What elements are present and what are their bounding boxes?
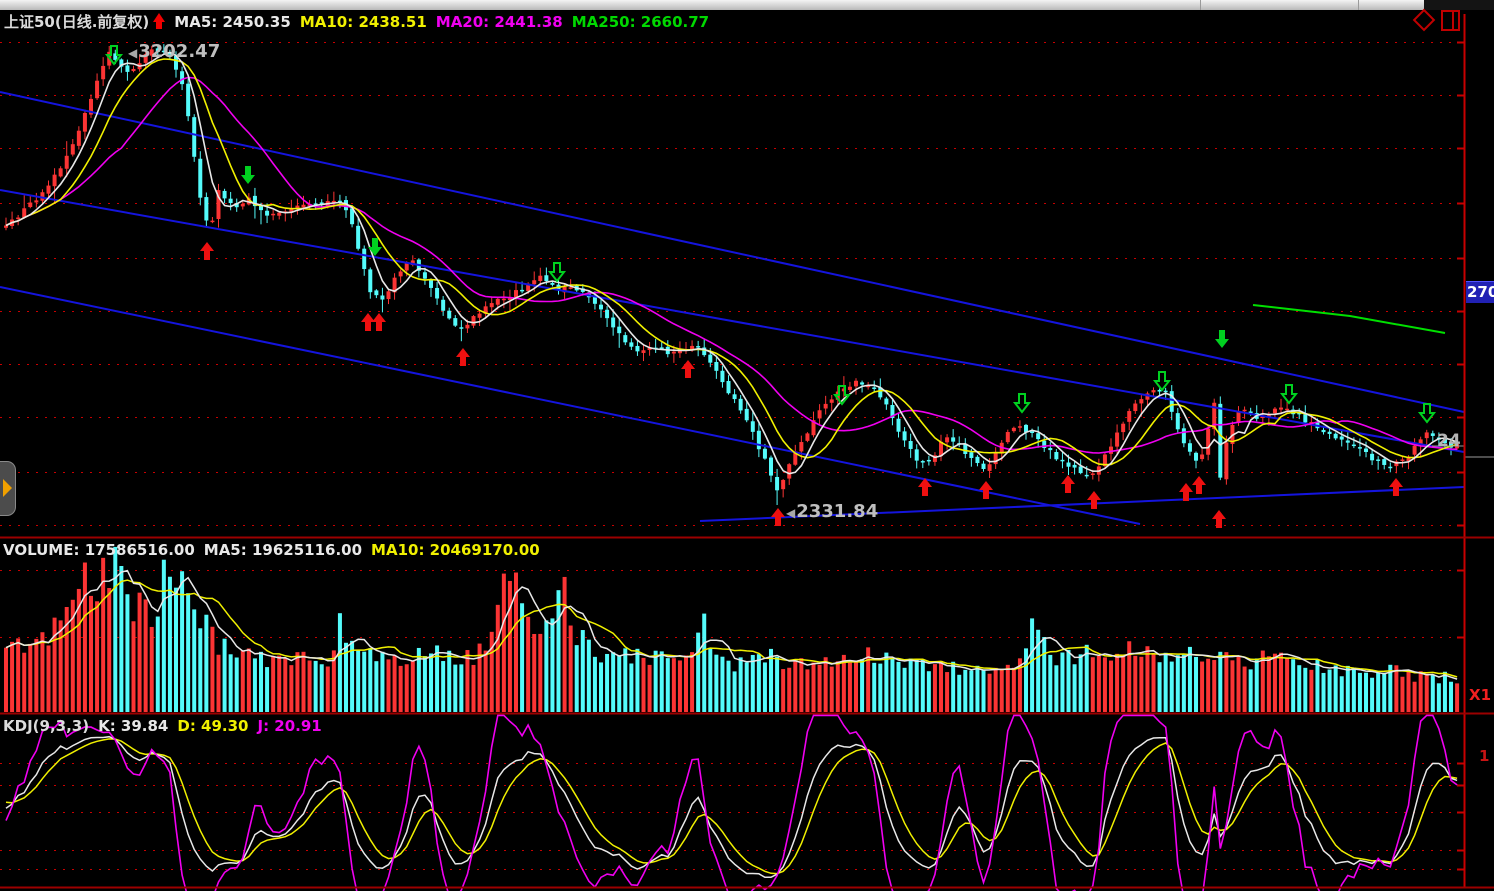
ma10-value: MA10: 2438.51 — [300, 13, 427, 31]
low-price-text: 2331.84 — [796, 501, 878, 522]
ma5-value: MA5: 2450.35 — [174, 13, 291, 31]
volume-ma10-value: MA10: 20469170.00 — [371, 541, 540, 559]
ma250-value: MA250: 2660.77 — [572, 13, 709, 31]
kdj-k-value: K: 39.84 — [98, 717, 168, 735]
kdj-d-value: D: 49.30 — [177, 717, 248, 735]
kdj-scale-label: 1 — [1479, 747, 1489, 765]
peak-price-label: ◀3202.47 — [128, 41, 220, 62]
chart-canvas[interactable] — [0, 0, 1494, 891]
symbol-title: 上证50(日线.前复权) — [4, 13, 149, 31]
trend-up-icon — [153, 13, 165, 29]
trading-app-window: 上证50(日线.前复权) MA5: 2450.35 MA10: 2438.51 MA2… — [0, 0, 1494, 891]
diamond-icon[interactable] — [1413, 9, 1436, 32]
volume-ma5-value: MA5: 19625116.00 — [204, 541, 362, 559]
kdj-j-value: J: 20.91 — [258, 717, 322, 735]
kdj-panel-header: KDJ(9,3,3) K: 39.84 D: 49.30 J: 20.91 — [3, 717, 331, 735]
price-tag-icon: ◀ — [786, 506, 795, 520]
ma20-value: MA20: 2441.38 — [436, 13, 563, 31]
expand-arrow-icon — [3, 479, 12, 497]
low-price-label: ◀2331.84 — [786, 501, 878, 522]
last-price-label: 24 — [1437, 431, 1464, 451]
volume-panel-header: VOLUME: 17586516.00 MA5: 19625116.00 MA10:… — [3, 541, 549, 559]
volume-value: VOLUME: 17586516.00 — [3, 541, 195, 559]
main-chart-header: 上证50(日线.前复权) MA5: 2450.35 MA10: 2438.51 MA2… — [4, 11, 718, 32]
kdj-indicator-name: KDJ(9,3,3) — [3, 717, 89, 735]
window-controls — [1416, 9, 1460, 31]
price-tag-icon: ◀ — [128, 46, 137, 60]
volume-unit-label: X1 — [1469, 686, 1491, 704]
split-window-icon[interactable] — [1441, 10, 1460, 31]
price-axis-badge: 270 — [1466, 281, 1494, 303]
sidebar-expand-handle[interactable] — [0, 461, 16, 516]
peak-price-text: 3202.47 — [138, 41, 220, 62]
